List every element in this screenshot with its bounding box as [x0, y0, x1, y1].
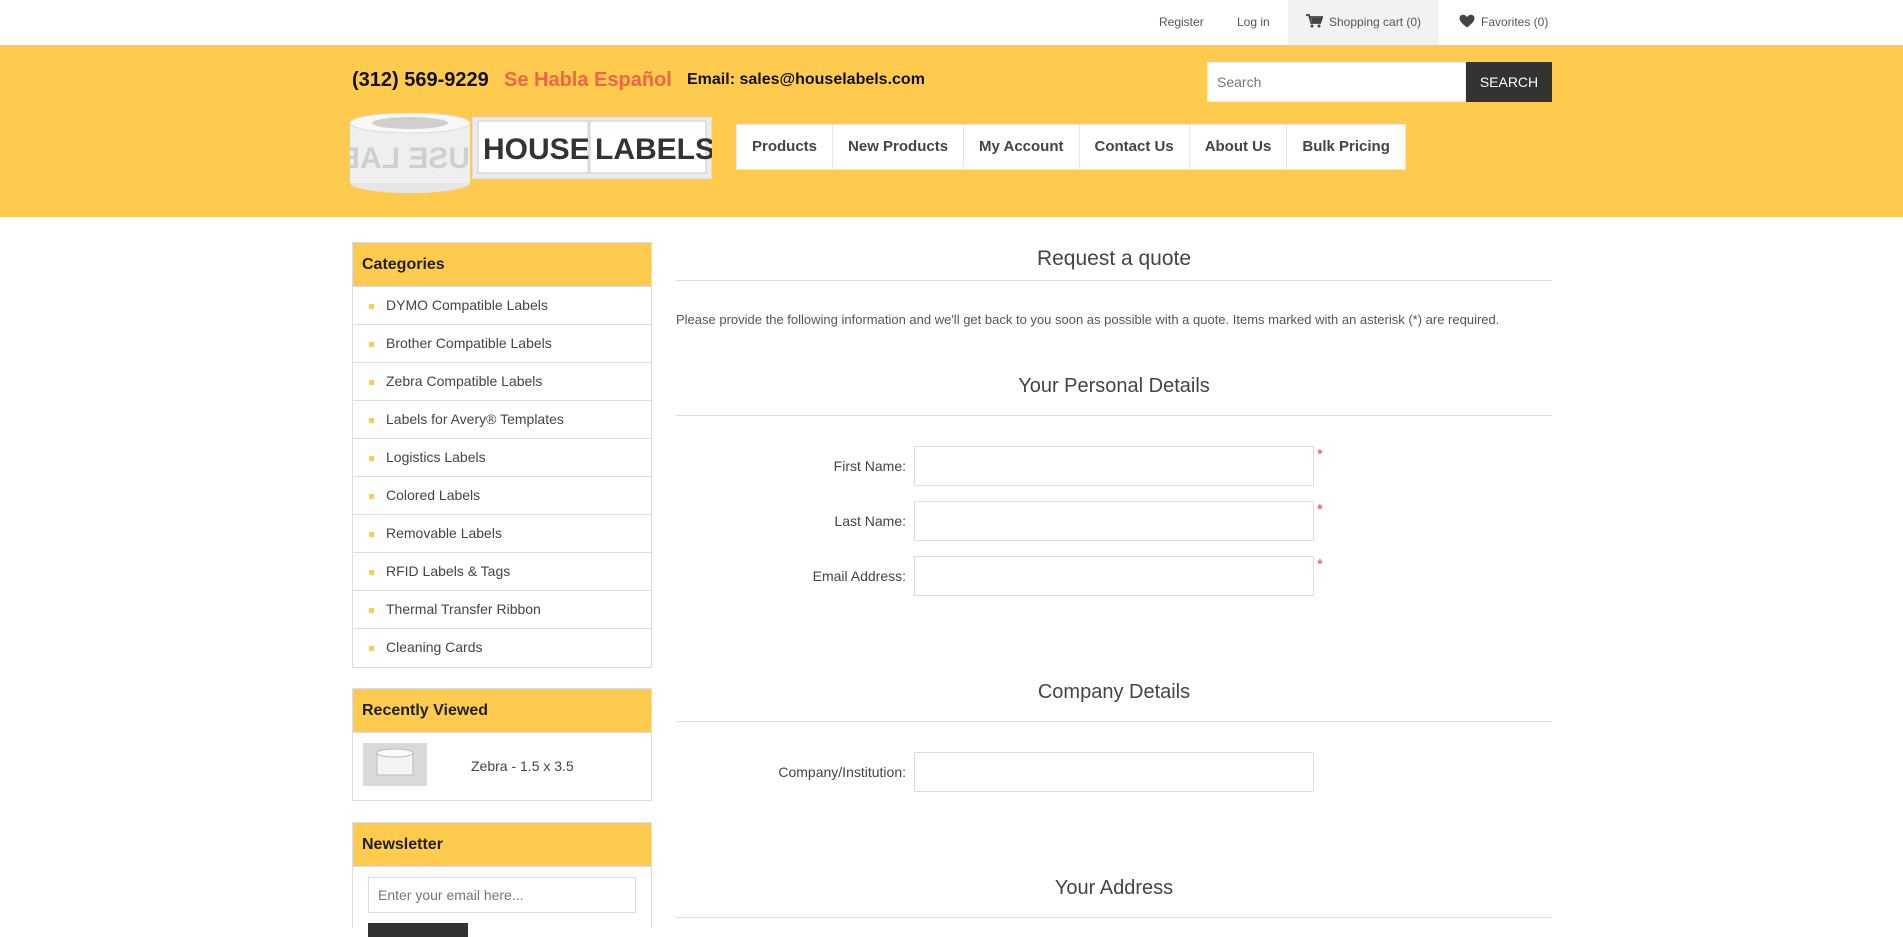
- nav-bulk-pricing[interactable]: Bulk Pricing: [1287, 125, 1405, 169]
- heart-icon: [1459, 14, 1475, 28]
- category-label: Logistics Labels: [386, 449, 486, 465]
- recently-viewed-product-name[interactable]: Zebra - 1.5 x 3.5: [471, 758, 574, 774]
- shopping-cart-link[interactable]: Shopping cart (0): [1288, 0, 1440, 45]
- bullet-icon: [369, 494, 374, 499]
- newsletter-form: [353, 867, 651, 937]
- first-name-label: First Name:: [833, 458, 906, 474]
- category-label: DYMO Compatible Labels: [386, 297, 548, 313]
- personal-details-heading: Your Personal Details: [1018, 375, 1210, 397]
- divider: [676, 917, 1552, 918]
- nav-new-products[interactable]: New Products: [833, 125, 965, 169]
- category-item[interactable]: DYMO Compatible Labels: [353, 287, 651, 325]
- category-label: Removable Labels: [386, 525, 502, 541]
- category-item[interactable]: Zebra Compatible Labels: [353, 363, 651, 401]
- newsletter-email-input[interactable]: [368, 877, 636, 913]
- bullet-icon: [369, 532, 374, 537]
- cart-label: Shopping cart (0): [1329, 15, 1422, 29]
- top-bar: Register Log in Shopping cart (0) Favori…: [0, 0, 1903, 45]
- bullet-icon: [369, 646, 374, 651]
- category-label: RFID Labels & Tags: [386, 563, 511, 579]
- first-name-field[interactable]: [914, 446, 1314, 486]
- bullet-icon: [369, 570, 374, 575]
- last-name-field[interactable]: [914, 501, 1314, 541]
- required-marker: *: [1317, 556, 1323, 573]
- login-link[interactable]: Log in: [1237, 0, 1270, 45]
- search-button[interactable]: SEARCH: [1466, 62, 1552, 102]
- categories-block: Categories DYMO Compatible Labels Brothe…: [352, 242, 652, 668]
- categories-title: Categories: [353, 243, 651, 287]
- phone-number: (312) 569-9229: [352, 69, 489, 91]
- email-address-label: Email Address:: [812, 568, 906, 584]
- logo-text-house: HOUSE: [483, 133, 590, 166]
- category-item[interactable]: Cleaning Cards: [353, 629, 651, 667]
- category-label: Colored Labels: [386, 487, 481, 503]
- company-details-heading: Company Details: [1037, 681, 1191, 703]
- last-name-label: Last Name:: [834, 513, 906, 529]
- category-item[interactable]: Labels for Avery® Templates: [353, 401, 651, 439]
- bullet-icon: [369, 418, 374, 423]
- category-item[interactable]: Brother Compatible Labels: [353, 325, 651, 363]
- page-title: Request a quote: [1036, 247, 1192, 270]
- categories-list: DYMO Compatible Labels Brother Compatibl…: [353, 287, 651, 667]
- category-label: Thermal Transfer Ribbon: [386, 601, 541, 617]
- your-address-heading: Your Address: [1054, 877, 1174, 899]
- newsletter-subscribe-button[interactable]: [368, 923, 468, 937]
- svg-text:USE LABE: USE LABE: [350, 142, 470, 175]
- category-item[interactable]: Removable Labels: [353, 515, 651, 553]
- required-marker: *: [1317, 446, 1323, 463]
- favorites-label: Favorites (0): [1481, 15, 1549, 29]
- cart-icon: [1306, 13, 1324, 28]
- nav-about-us[interactable]: About Us: [1190, 125, 1288, 169]
- nav-my-account[interactable]: My Account: [964, 125, 1080, 169]
- bullet-icon: [369, 342, 374, 347]
- nav-products[interactable]: Products: [737, 125, 834, 169]
- category-label: Labels for Avery® Templates: [386, 411, 564, 427]
- category-item[interactable]: Thermal Transfer Ribbon: [353, 591, 651, 629]
- recently-viewed-item: Zebra - 1.5 x 3.5: [353, 733, 651, 800]
- register-link[interactable]: Register: [1159, 0, 1204, 45]
- habla-espanol-text: Se Habla Español: [504, 69, 672, 91]
- divider: [676, 721, 1552, 722]
- category-item[interactable]: Logistics Labels: [353, 439, 651, 477]
- category-item[interactable]: RFID Labels & Tags: [353, 553, 651, 591]
- logo-text-labels: LABELS: [595, 133, 712, 166]
- category-label: Zebra Compatible Labels: [386, 373, 543, 389]
- favorites-link[interactable]: Favorites (0): [1459, 0, 1548, 45]
- bullet-icon: [369, 380, 374, 385]
- recently-viewed-block: Recently Viewed Zebra - 1.5 x 3.5: [352, 688, 652, 801]
- bullet-icon: [369, 304, 374, 309]
- category-label: Brother Compatible Labels: [386, 335, 552, 351]
- main-nav: Products New Products My Account Contact…: [736, 124, 1406, 170]
- divider: [676, 415, 1552, 416]
- bullet-icon: [369, 608, 374, 613]
- site-header: (312) 569-9229 Se Habla Español Email: s…: [0, 45, 1903, 217]
- newsletter-title: Newsletter: [353, 823, 651, 867]
- divider: [676, 280, 1552, 281]
- required-marker: *: [1317, 501, 1323, 518]
- category-item[interactable]: Colored Labels: [353, 477, 651, 515]
- product-thumbnail[interactable]: [363, 743, 427, 786]
- company-field[interactable]: [914, 752, 1314, 792]
- house-labels-logo[interactable]: USE LABE HOUSE LABELS: [318, 112, 715, 193]
- company-label: Company/Institution:: [778, 764, 906, 780]
- search-input[interactable]: [1207, 62, 1466, 102]
- category-label: Cleaning Cards: [386, 639, 483, 655]
- recently-viewed-title: Recently Viewed: [353, 689, 651, 733]
- contact-email: Email: sales@houselabels.com: [687, 71, 925, 88]
- intro-text: Please provide the following information…: [676, 312, 1500, 327]
- email-address-field[interactable]: [914, 556, 1314, 596]
- nav-contact-us[interactable]: Contact Us: [1080, 125, 1190, 169]
- newsletter-block: Newsletter: [352, 822, 652, 937]
- bullet-icon: [369, 456, 374, 461]
